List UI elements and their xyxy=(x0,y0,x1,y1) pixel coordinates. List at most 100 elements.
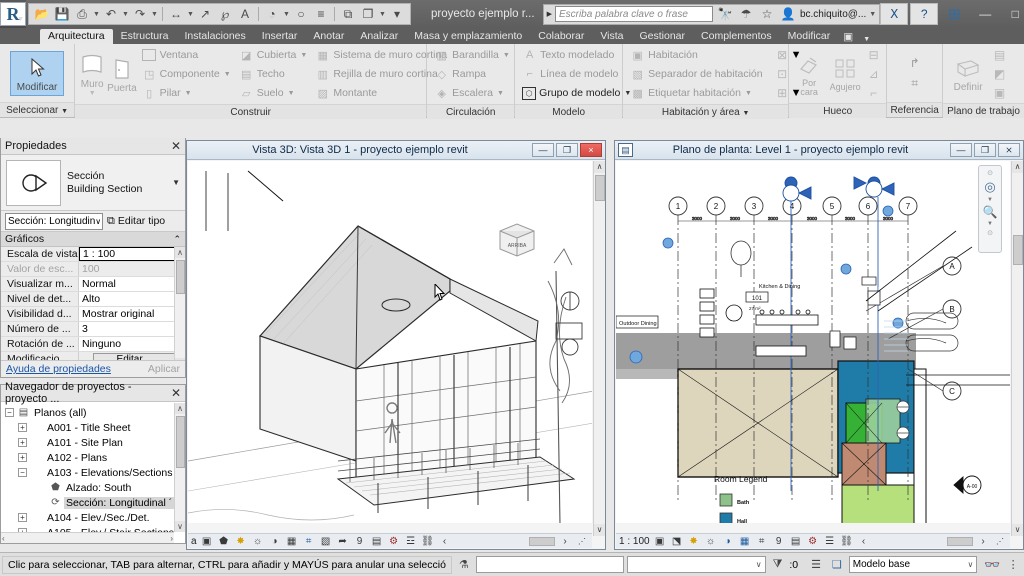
scroll-right-icon[interactable]: › xyxy=(558,535,572,548)
chevron-down-icon[interactable]: ▼ xyxy=(743,110,750,117)
detail-level-icon[interactable]: ⬟ xyxy=(217,535,231,548)
chevron-down-icon[interactable]: ▼ xyxy=(300,52,307,59)
show-work-plane-icon[interactable]: ▤ xyxy=(991,46,1008,63)
temporary-view-properties-icon[interactable]: ⚙ xyxy=(387,535,401,548)
scroll-up-icon[interactable]: ∧ xyxy=(1012,161,1023,173)
hscrollbar-thumb[interactable] xyxy=(947,536,973,546)
property-row-numero-de-detalle[interactable]: Número de ... 3 xyxy=(1,322,185,337)
ribbon-options-icon[interactable]: ▣ xyxy=(838,30,858,44)
expand-expander-icon[interactable]: + xyxy=(18,438,27,447)
measure-icon[interactable]: ↔ xyxy=(167,5,185,23)
scrollbar-thumb[interactable] xyxy=(176,416,185,468)
temporary-view-properties-icon[interactable]: ⚙ xyxy=(806,535,820,548)
rendering-dialog-icon[interactable]: ▦ xyxy=(285,535,299,548)
tab-vista[interactable]: Vista xyxy=(592,29,631,44)
type-selector-dropdown[interactable]: Sección: Longitudin ∨ xyxy=(5,212,103,230)
puerta-button[interactable]: Puerta xyxy=(107,53,137,96)
scroll-up-icon[interactable]: ∧ xyxy=(175,247,185,258)
apply-button[interactable]: Aplicar xyxy=(148,363,180,375)
dormer-opening-icon[interactable]: ⌐ xyxy=(865,84,882,101)
scrollbar-thumb[interactable] xyxy=(595,175,605,201)
collapse-expander-icon[interactable]: − xyxy=(18,468,27,477)
view-scale-icon[interactable]: ▣ xyxy=(200,535,214,548)
collapse-expander-icon[interactable]: − xyxy=(5,408,14,417)
view-window-3d[interactable]: Vista 3D: Vista 3D 1 - proyecto ejemplo … xyxy=(186,140,606,550)
close-button[interactable]: ⨯ xyxy=(998,143,1020,157)
componente-button[interactable]: ◳ Componente ▼ xyxy=(139,65,234,83)
tree-node-a104[interactable]: + A104 - Elev./Sec./Det. xyxy=(1,510,174,525)
tree-node-a105[interactable]: + A105 - Elev./ Stair Sections xyxy=(1,525,174,532)
scroll-up-icon[interactable]: ∧ xyxy=(175,403,185,414)
tree-node-a001[interactable]: + A001 - Title Sheet xyxy=(1,420,174,435)
undo-icon[interactable]: ↶ xyxy=(102,5,120,23)
resize-grip-icon[interactable]: ⋰ xyxy=(993,535,1007,548)
restore-button[interactable]: ❐ xyxy=(556,143,578,157)
sun-path-icon[interactable]: ☼ xyxy=(704,535,718,548)
property-value[interactable]: Ninguno xyxy=(79,337,185,351)
select-links-icon[interactable]: 👓 xyxy=(983,556,1001,573)
scroll-right-icon[interactable]: › xyxy=(976,535,990,548)
expand-expander-icon[interactable]: + xyxy=(18,453,27,462)
tab-colaborar[interactable]: Colaborar xyxy=(530,29,592,44)
chevron-down-icon[interactable]: ▼ xyxy=(187,11,194,18)
customize-qat-icon[interactable]: ▾ xyxy=(388,5,406,23)
hscrollbar-thumb[interactable] xyxy=(529,536,555,546)
aligned-dimension-icon[interactable]: ↗ xyxy=(196,5,214,23)
chevron-down-icon[interactable]: ▼ xyxy=(283,11,290,18)
view-plan-vscrollbar[interactable]: ∧ ∨ xyxy=(1011,161,1023,536)
tab-masa-y-emplazamiento[interactable]: Masa y emplazamiento xyxy=(406,29,530,44)
techo-button[interactable]: ▤ Techo xyxy=(236,65,311,83)
temporary-hide-isolate-icon[interactable]: 9 xyxy=(772,535,786,548)
property-row-rotacion[interactable]: Rotación de ... Ninguno xyxy=(1,337,185,352)
close-icon[interactable]: ✕ xyxy=(171,139,181,153)
design-options-icon[interactable]: ❑ xyxy=(828,556,846,573)
chevron-down-icon[interactable]: ▼ xyxy=(185,90,192,97)
open-icon[interactable]: 📂 xyxy=(33,5,51,23)
property-value[interactable]: Normal xyxy=(79,277,185,291)
chevron-down-icon[interactable]: ▼ xyxy=(745,90,752,97)
tag-icon[interactable]: ℘ xyxy=(216,5,234,23)
constraints-icon[interactable]: ⛓ xyxy=(840,535,854,548)
tree-node-a103[interactable]: − A103 - Elevations/Sections xyxy=(1,465,174,480)
tab-instalaciones[interactable]: Instalaciones xyxy=(176,29,253,44)
status-input-field[interactable] xyxy=(475,556,625,573)
chevron-down-icon[interactable]: ▼ xyxy=(61,108,68,115)
viewer-work-plane-icon[interactable]: ◩ xyxy=(991,65,1008,82)
design-option-combo[interactable]: Modelo base ∨ xyxy=(848,556,978,573)
chevron-down-icon[interactable]: ▼ xyxy=(497,90,504,97)
view-3d-vscrollbar[interactable]: ∧ ∨ xyxy=(593,161,605,536)
tree-node-seccion-longitudinal[interactable]: ⟳ Sección: Longitudinal ´ xyxy=(1,495,174,510)
save-icon[interactable]: 💾 xyxy=(53,5,71,23)
close-button[interactable]: × xyxy=(580,143,602,157)
application-menu-button[interactable]: R ▼ xyxy=(0,0,26,28)
minimize-button[interactable]: — xyxy=(950,143,972,157)
view-3d-canvas[interactable]: ARRIBA xyxy=(188,161,592,523)
cubierta-button[interactable]: ◪ Cubierta ▼ xyxy=(236,46,311,64)
tree-node-alzado-south[interactable]: ⬟ Alzado: South xyxy=(1,480,174,495)
close-icon[interactable]: ✕ xyxy=(171,386,181,400)
barandilla-button[interactable]: ▥ Barandilla ▼ xyxy=(431,46,513,64)
scroll-up-icon[interactable]: ∧ xyxy=(594,161,605,173)
crop-view-icon[interactable]: ⌗ xyxy=(302,535,316,548)
show-crop-region-icon[interactable]: ▧ xyxy=(319,535,333,548)
rendering-dialog-icon[interactable]: ▦ xyxy=(738,535,752,548)
chevron-down-icon[interactable]: ▼ xyxy=(122,11,129,18)
texto-modelado-button[interactable]: A Texto modelado xyxy=(519,46,634,64)
properties-group-graficos[interactable]: Gráficos ⌃ xyxy=(1,232,185,247)
section-icon[interactable]: ○ xyxy=(292,5,310,23)
collapse-icon[interactable]: ⌃ xyxy=(173,234,181,245)
analytical-model-icon[interactable]: ☲ xyxy=(404,535,418,548)
view-window-plan[interactable]: ▤ Plano de planta: Level 1 - proyecto ej… xyxy=(614,140,1024,550)
scroll-down-icon[interactable]: ∨ xyxy=(594,524,605,536)
subscription-icon[interactable]: ☂ xyxy=(737,5,755,23)
shadows-icon[interactable]: ◑ xyxy=(721,535,735,548)
ventana-button[interactable]: Ventana xyxy=(139,46,234,64)
chevron-down-icon[interactable]: ▼ xyxy=(288,90,295,97)
tab-complementos[interactable]: Complementos xyxy=(693,29,780,44)
navbar-options-icon[interactable]: ⊙ xyxy=(987,229,993,237)
property-row-nivel-de-detalle[interactable]: Nivel de det... Alto xyxy=(1,292,185,307)
tree-node-a101[interactable]: + A101 - Site Plan xyxy=(1,435,174,450)
pilar-button[interactable]: ▯ Pilar ▼ xyxy=(139,84,234,102)
modificar-button[interactable]: Modificar xyxy=(10,50,65,96)
zoom-region-icon[interactable]: 🔍 xyxy=(983,205,998,219)
